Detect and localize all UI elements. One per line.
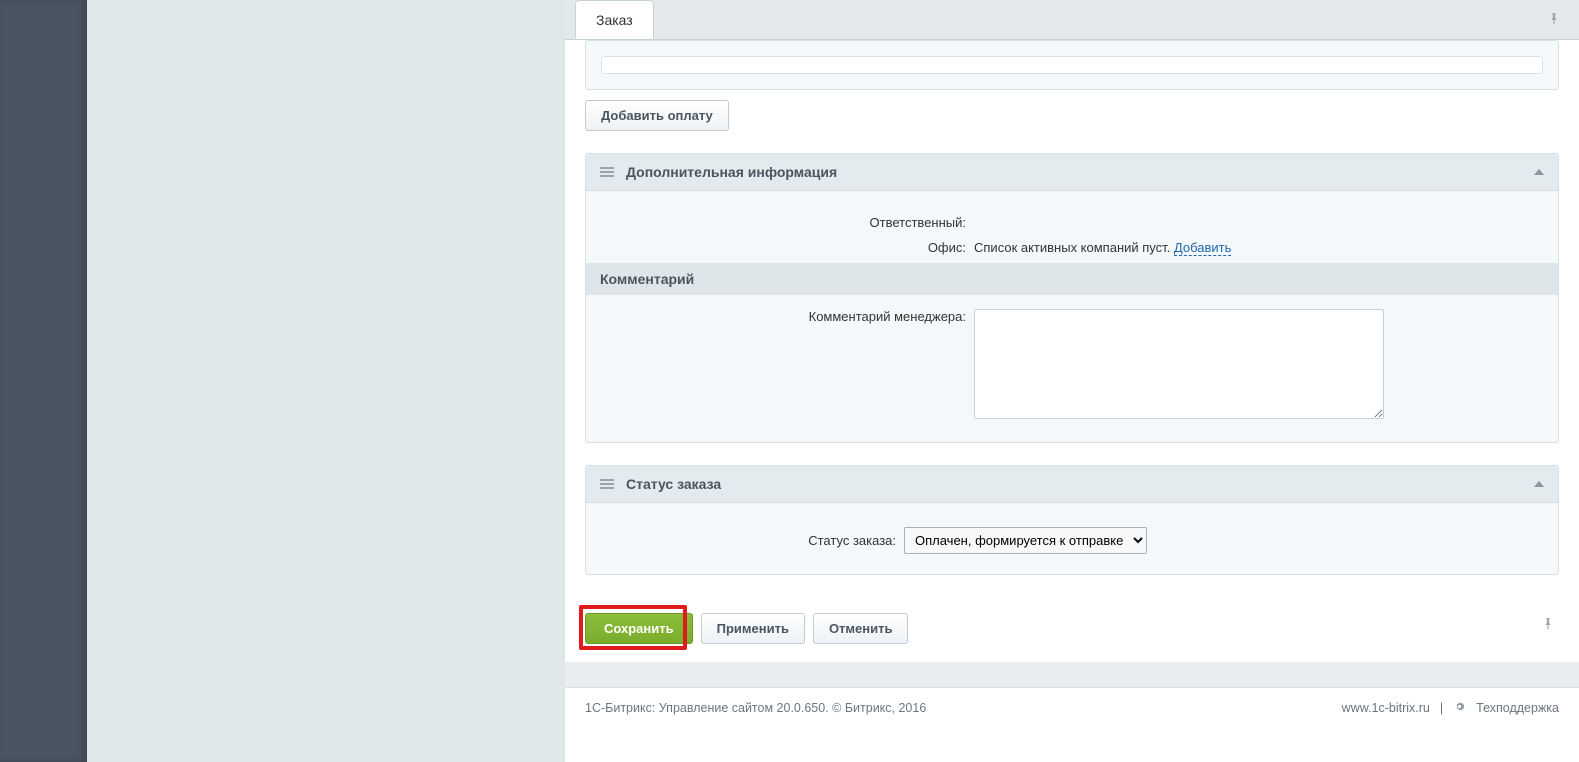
nav-rail	[0, 0, 87, 762]
panel-extra-info: Дополнительная информация Ответственный:…	[585, 153, 1559, 443]
apply-button-label: Применить	[717, 621, 789, 636]
panel-extra-title: Дополнительная информация	[626, 164, 837, 180]
comment-label: Комментарий менеджера:	[604, 305, 974, 324]
gear-icon[interactable]	[1453, 700, 1466, 716]
apply-button[interactable]: Применить	[701, 613, 805, 644]
panel-status-title: Статус заказа	[626, 476, 721, 492]
payment-block	[585, 40, 1559, 90]
panel-status-head[interactable]: Статус заказа	[586, 466, 1558, 503]
footer-support-link[interactable]: Техподдержка	[1476, 701, 1559, 715]
footer-site-link[interactable]: www.1c-bitrix.ru	[1342, 701, 1430, 715]
tab-order[interactable]: Заказ	[575, 0, 654, 39]
panel-extra-body: Ответственный: Офис: Список активных ком…	[586, 191, 1558, 442]
main-pane: Заказ Добавить оплату Дополнительная инф…	[565, 0, 1579, 762]
pin-icon[interactable]	[1541, 617, 1555, 636]
payment-block-inner	[601, 56, 1543, 74]
drag-icon	[600, 477, 614, 491]
panel-order-status: Статус заказа Статус заказа: Оплачен, фо…	[585, 465, 1559, 575]
office-text: Список активных компаний пуст.	[974, 240, 1170, 255]
save-button[interactable]: Сохранить	[585, 613, 693, 644]
office-add-link[interactable]: Добавить	[1174, 240, 1231, 256]
add-payment-label: Добавить оплату	[601, 108, 713, 123]
collapse-icon[interactable]	[1534, 169, 1544, 175]
cancel-button[interactable]: Отменить	[813, 613, 909, 644]
manager-comment-textarea[interactable]	[974, 309, 1384, 419]
action-bar: Сохранить Применить Отменить	[565, 595, 1579, 662]
add-payment-button[interactable]: Добавить оплату	[585, 100, 729, 131]
left-pane	[87, 0, 565, 762]
footer-copyright: 1С-Битрикс: Управление сайтом 20.0.650. …	[585, 701, 926, 715]
save-button-label: Сохранить	[604, 621, 674, 636]
responsible-label: Ответственный:	[604, 211, 974, 230]
responsible-value	[974, 211, 1540, 215]
office-label: Офис:	[604, 236, 974, 255]
footer-separator: |	[1440, 701, 1443, 715]
cancel-button-label: Отменить	[829, 621, 893, 636]
comment-section-header: Комментарий	[586, 263, 1558, 295]
drag-icon	[600, 165, 614, 179]
order-status-select[interactable]: Оплачен, формируется к отправке	[904, 527, 1147, 554]
tab-order-label: Заказ	[596, 12, 633, 28]
office-value: Список активных компаний пуст. Добавить	[974, 236, 1540, 255]
content-area: Добавить оплату Дополнительная информаци…	[565, 40, 1579, 762]
footer: 1С-Битрикс: Управление сайтом 20.0.650. …	[565, 687, 1579, 727]
pin-icon[interactable]	[1547, 12, 1561, 31]
tab-bar: Заказ	[565, 0, 1579, 40]
footer-gap	[565, 662, 1579, 687]
status-label: Статус заказа:	[604, 529, 904, 548]
panel-extra-head[interactable]: Дополнительная информация	[586, 154, 1558, 191]
panel-status-body: Статус заказа: Оплачен, формируется к от…	[586, 503, 1558, 574]
collapse-icon[interactable]	[1534, 481, 1544, 487]
